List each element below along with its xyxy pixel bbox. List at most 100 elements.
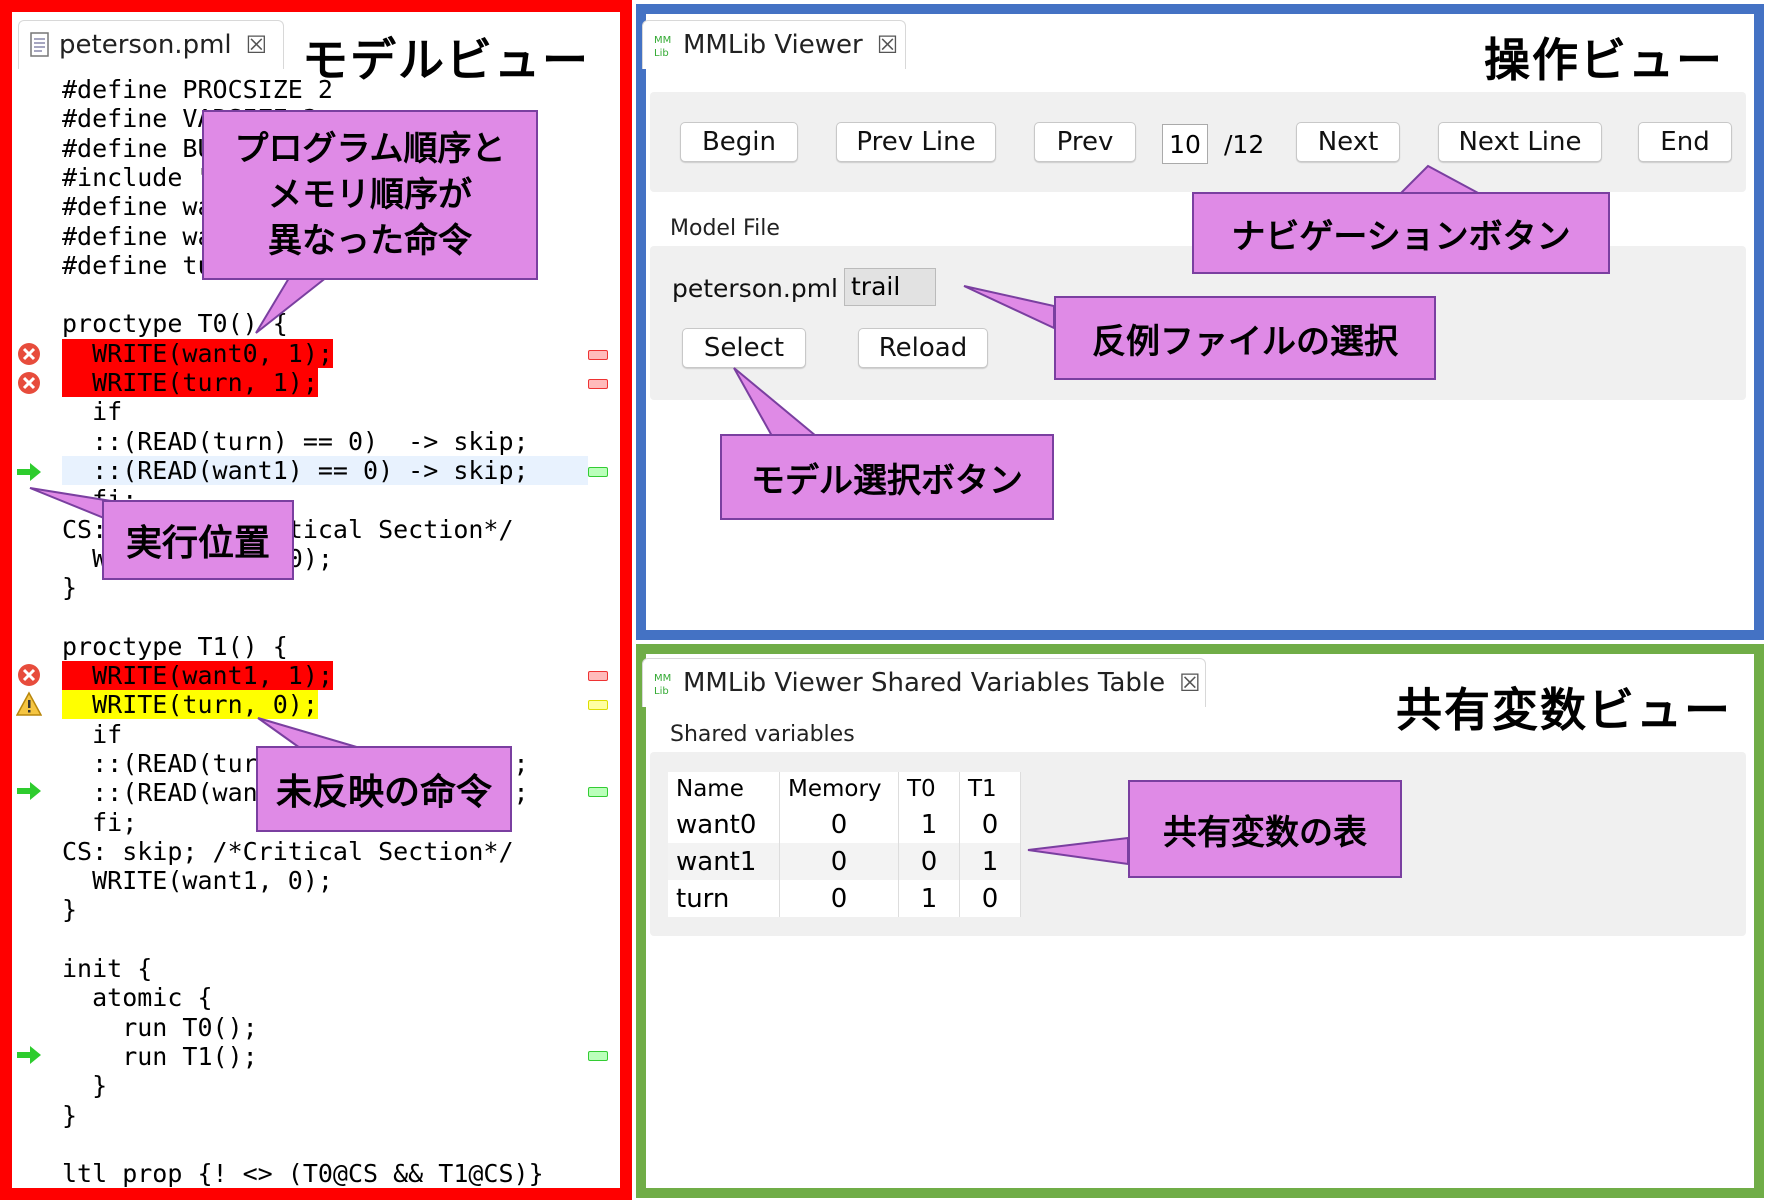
step-total: /12 xyxy=(1224,130,1265,159)
position-marker[interactable] xyxy=(588,1051,608,1061)
file-icon xyxy=(30,32,49,57)
callout-shared-table: 共有変数の表 xyxy=(1128,780,1402,878)
begin-button[interactable]: Begin xyxy=(680,122,798,162)
code-text: ::(READ(want1) == 0) -> skip; xyxy=(62,456,529,485)
code-text: ltl prop {! <> (T0@CS && T1@CS)} xyxy=(62,1159,544,1188)
step-input[interactable]: 10 xyxy=(1162,124,1208,164)
column-header[interactable]: T1 xyxy=(959,772,1021,806)
svg-text:MM: MM xyxy=(654,35,671,46)
error-icon xyxy=(18,664,40,686)
code-text: WRITE(want0, 1); xyxy=(62,339,333,368)
close-icon[interactable]: ☒ xyxy=(246,31,268,59)
svg-text:Lib: Lib xyxy=(654,48,669,58)
error-marker[interactable] xyxy=(588,379,608,389)
svg-text:Lib: Lib xyxy=(654,686,669,696)
table-cell: want1 xyxy=(668,843,780,880)
code-line[interactable]: run T1(); xyxy=(62,1042,257,1071)
model-file-label: Model File xyxy=(670,216,780,241)
svg-text:MM: MM xyxy=(654,673,671,684)
table-row[interactable]: want0 0 1 0 xyxy=(668,806,1021,843)
code-text: WRITE(turn, 0); xyxy=(62,690,318,719)
warning-marker[interactable] xyxy=(588,700,608,710)
code-line[interactable]: ::(READ(turn) == 0) -> skip; xyxy=(62,427,529,456)
code-line[interactable]: } xyxy=(62,1071,107,1100)
callout-model-select: モデル選択ボタン xyxy=(720,434,1054,520)
tab-label: peterson.pml xyxy=(59,30,232,60)
close-icon[interactable]: ☒ xyxy=(1179,669,1201,697)
code-text: if xyxy=(62,397,123,426)
code-line[interactable]: fi; xyxy=(62,808,137,837)
prev-line-button[interactable]: Prev Line xyxy=(836,122,996,162)
table-cell: 1 xyxy=(898,880,960,917)
code-line[interactable]: } xyxy=(62,1101,77,1130)
select-button[interactable]: Select xyxy=(682,328,806,368)
code-text: WRITE(want1, 1); xyxy=(62,661,333,690)
table-row[interactable]: turn 0 1 0 xyxy=(668,880,1021,917)
error-icon xyxy=(18,343,40,365)
shared-variables-table[interactable]: Name Memory T0 T1 want0 0 1 0 want1 0 0 … xyxy=(668,772,1021,917)
column-header[interactable]: Memory xyxy=(779,772,899,806)
code-line[interactable]: if xyxy=(62,397,122,426)
code-line[interactable]: run T0(); xyxy=(62,1013,257,1042)
column-header[interactable]: Name xyxy=(668,772,780,806)
next-button[interactable]: Next xyxy=(1296,122,1400,162)
code-text: if xyxy=(62,720,123,749)
code-line[interactable]: WRITE(want1, 1); xyxy=(62,661,333,690)
code-line[interactable]: ltl prop {! <> (T0@CS && T1@CS)} xyxy=(62,1159,544,1188)
table-cell: turn xyxy=(668,880,780,917)
position-marker[interactable] xyxy=(588,467,608,477)
code-line[interactable]: WRITE(want1, 0); xyxy=(62,866,333,895)
callout-exec-position: 実行位置 xyxy=(102,500,294,580)
code-line[interactable]: #define PROCSIZE 2 xyxy=(62,75,333,104)
code-text: } xyxy=(62,1101,78,1130)
model-file-name: peterson.pml xyxy=(672,274,838,303)
callout-trail-select: 反例ファイルの選択 xyxy=(1054,296,1436,380)
code-line[interactable]: WRITE(want0, 1); xyxy=(62,339,333,368)
error-marker[interactable] xyxy=(588,350,608,360)
prev-button[interactable]: Prev xyxy=(1034,122,1136,162)
table-cell: 0 xyxy=(779,880,899,917)
shared-view-title: 共有変数ビュー xyxy=(1396,683,1732,737)
code-line[interactable]: } xyxy=(62,895,77,924)
code-line[interactable]: } xyxy=(62,573,77,602)
code-text: #define PROCSIZE 2 xyxy=(62,75,333,104)
end-button[interactable]: End xyxy=(1638,122,1732,162)
code-line[interactable]: atomic { xyxy=(62,983,212,1012)
code-line[interactable]: CS: skip; /*Critical Section*/ xyxy=(62,837,514,866)
code-text: proctype T1() { xyxy=(62,632,288,661)
tab-mmlib-viewer[interactable]: MM Lib MMLib Viewer ☒ xyxy=(642,20,906,69)
operation-view-title: 操作ビュー xyxy=(1484,33,1724,87)
tab-shared-variables[interactable]: MM Lib MMLib Viewer Shared Variables Tab… xyxy=(642,658,1206,707)
mmlib-icon: MM Lib xyxy=(654,35,671,58)
table-header-row: Name Memory T0 T1 xyxy=(668,772,1021,806)
table-cell: 0 xyxy=(959,806,1021,843)
column-header[interactable]: T0 xyxy=(898,772,960,806)
table-cell: 0 xyxy=(959,880,1021,917)
code-line[interactable]: ::(READ(want1) == 0) -> skip; xyxy=(62,456,588,485)
reload-button[interactable]: Reload xyxy=(858,328,988,368)
code-text: ::(READ(turn) == 0) -> skip; xyxy=(62,427,529,456)
code-text: WRITE(want1, 0); xyxy=(62,866,333,895)
position-marker[interactable] xyxy=(588,787,608,797)
code-line[interactable]: WRITE(turn, 0); xyxy=(62,690,318,719)
code-text: init { xyxy=(62,954,153,983)
code-line[interactable]: proctype T0() { xyxy=(62,309,288,338)
callout-unreflected: 未反映の命令 xyxy=(256,746,512,832)
code-line[interactable]: WRITE(turn, 1); xyxy=(62,368,318,397)
code-line[interactable]: init { xyxy=(62,954,152,983)
tab-peterson-pml[interactable]: peterson.pml ☒ xyxy=(18,20,284,69)
next-line-button[interactable]: Next Line xyxy=(1438,122,1602,162)
shared-variables-label: Shared variables xyxy=(670,722,855,747)
model-view-title: モデルビュー xyxy=(302,33,590,87)
error-icon xyxy=(18,372,40,394)
table-cell: 1 xyxy=(898,806,960,843)
trail-field[interactable]: trail xyxy=(844,268,936,306)
code-line[interactable]: proctype T1() { xyxy=(62,632,288,661)
code-text: } xyxy=(62,895,78,924)
error-marker[interactable] xyxy=(588,671,608,681)
table-cell: 0 xyxy=(898,843,960,880)
table-row[interactable]: want1 0 0 1 xyxy=(668,843,1021,880)
code-line[interactable]: if xyxy=(62,720,122,749)
close-icon[interactable]: ☒ xyxy=(877,31,899,59)
warning-icon xyxy=(16,691,42,716)
